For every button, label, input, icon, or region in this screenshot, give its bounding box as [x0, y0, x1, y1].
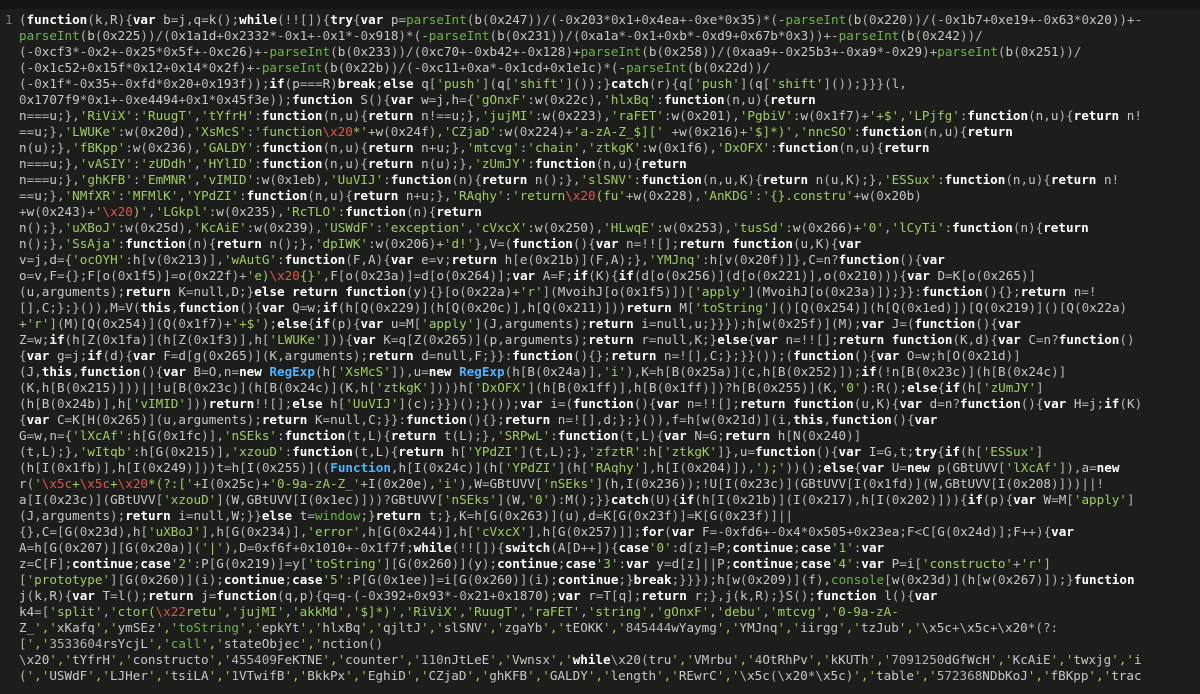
code-line: k4=['split','ctor(\x22retu','jujMI','akk… — [19, 604, 899, 619]
code-line: (h[I(0x1fb)],h[I(0x249)]))t=h[I(0x255)](… — [19, 460, 1120, 475]
code-line: +w(0x243)+'\x20)','LGkpl':w(0x235),'RcTL… — [19, 204, 482, 219]
code-area[interactable]: (function(k,R){var b=j,q=k();while(!![])… — [19, 12, 1200, 684]
code-line: (-0x1c52+0x15f*0x12+0x14*0x2f)+-parseInt… — [19, 60, 771, 75]
code-line: (K,h[B(0x215)]))||!u[B(0x23c)](h[B(0x24c… — [19, 380, 1044, 395]
code-line: Z=w;if(h[Z(0x1fa)](h[Z(0x1f3)],h['LWUKe'… — [19, 332, 1135, 347]
code-line: {var C=K[H(0x265)](u,arguments);return K… — [19, 412, 938, 427]
code-line: n===u;},'RiViX':'RuugT','tYfrH':function… — [19, 108, 1142, 123]
code-line: +'r'](M)[Q(0x254)](Q(0x1f7)+'+$');else{i… — [19, 316, 1021, 331]
code-line: {var g=j;if(d){var F=d[g(0x265)](K,argum… — [19, 348, 1021, 363]
code-line: (J,arguments);return i=null,W;}}else t=w… — [19, 508, 794, 523]
code-line: a[I(0x23c)](GBtUVV['xzouD'](W,GBtUVV[I(0… — [19, 492, 1135, 507]
code-line: [],C;};}()),M=V(this,function(){var Q=w;… — [19, 300, 1128, 315]
code-line: (h[B(0x24b)],h['vIMID']))return!![];else… — [19, 396, 1143, 411]
code-editor[interactable]: 1 (function(k,R){var b=j,q=k();while(!![… — [0, 0, 1200, 694]
code-line: (','USWdF','LJHer','tsiLA','1VTwifB','Bk… — [19, 668, 1142, 683]
code-line: (J,this,function(){var B=O,n=new RegExp(… — [19, 364, 1067, 379]
code-line: o=v,F={};F[o(0x1f5)]=o(0x22f)+'e)\x20{}'… — [19, 268, 1037, 283]
code-line: parseInt(b(0x225))/(0x1a1d+0x2332*-0x1+-… — [19, 28, 983, 43]
code-line: \x20','tYfrH','constructo','455409FeKTNE… — [19, 652, 1142, 667]
code-line: (function(k,R){var b=j,q=k();while(!![])… — [19, 12, 1143, 27]
code-line: n();},'SsAja':function(n){return n();},'… — [19, 236, 862, 251]
code-line: (-0x1f*-0x35+-0xfd*0x20+0x193f));if(p===… — [19, 76, 907, 91]
line-number-gutter: 1 — [0, 12, 21, 28]
code-line: G=w,n={'lXcAf':h[G(0x1fc)],'nSEks':funct… — [19, 428, 862, 443]
code-line: Z_','xKafq','ymSEz','toString','epkYt','… — [19, 620, 1059, 635]
code-line: n===u;},'ghKFB':'EmMNR','vIMID':w(0x1eb)… — [19, 172, 1120, 187]
code-line: 0x1707f9*0x1+-0xe4494+0x1*0x45f3e));func… — [19, 92, 816, 107]
code-line: (-0xcf3*-0x2+-0x25*0x5f+-0xc26)+-parseIn… — [19, 44, 1082, 59]
code-line: A=h[G(0x207)][G(0x20a)]('|'),D=0xf6f+0x1… — [19, 540, 885, 555]
editor-top-bar — [0, 0, 1200, 9]
code-line: ==u;},'LWUKe':w(0x20d),'XsMcS':'function… — [19, 124, 1013, 139]
code-line: (t,L);},'wItqb':h[G(0x215)],'xzouD':func… — [19, 444, 1044, 459]
code-line: n(u);},'fBKpp':w(0x236),'GALDY':function… — [19, 140, 930, 155]
code-line: [','3533604rsYcjL','call','stateObjec','… — [19, 636, 384, 651]
code-line: n===u;},'vASIY':'zUDdh','HYlID':function… — [19, 156, 687, 171]
code-line: ==u;},'NMfXR':'MFMlK','YPdZI':function(n… — [19, 188, 922, 203]
code-line: j(k,R){var T=l();return j=function(q,p){… — [19, 588, 938, 603]
code-line: z=C[F];continue;case'2':P[G(0x219)]=y['t… — [19, 556, 1051, 571]
code-line: v=j,d={'ocOYH':h[v(0x213)],'wAutG':funct… — [19, 252, 945, 267]
code-line: n();},'uXBoJ':w(0x25d),'KcAiE':w(0x239),… — [19, 220, 1089, 235]
code-line: ['prototype'][G(0x260)](i);continue;case… — [19, 572, 1135, 587]
code-line: (u,arguments);return K=null,D;}else retu… — [19, 284, 1097, 299]
code-line: {},C=[G(0x23d),h['uXBoJ'],h[G(0x234)],'e… — [19, 524, 1074, 539]
line-number: 1 — [5, 12, 13, 27]
code-line: r('\x5c+\x5c+\x20*(?:['+I(0x25c)+'0-9a-z… — [19, 476, 1105, 491]
